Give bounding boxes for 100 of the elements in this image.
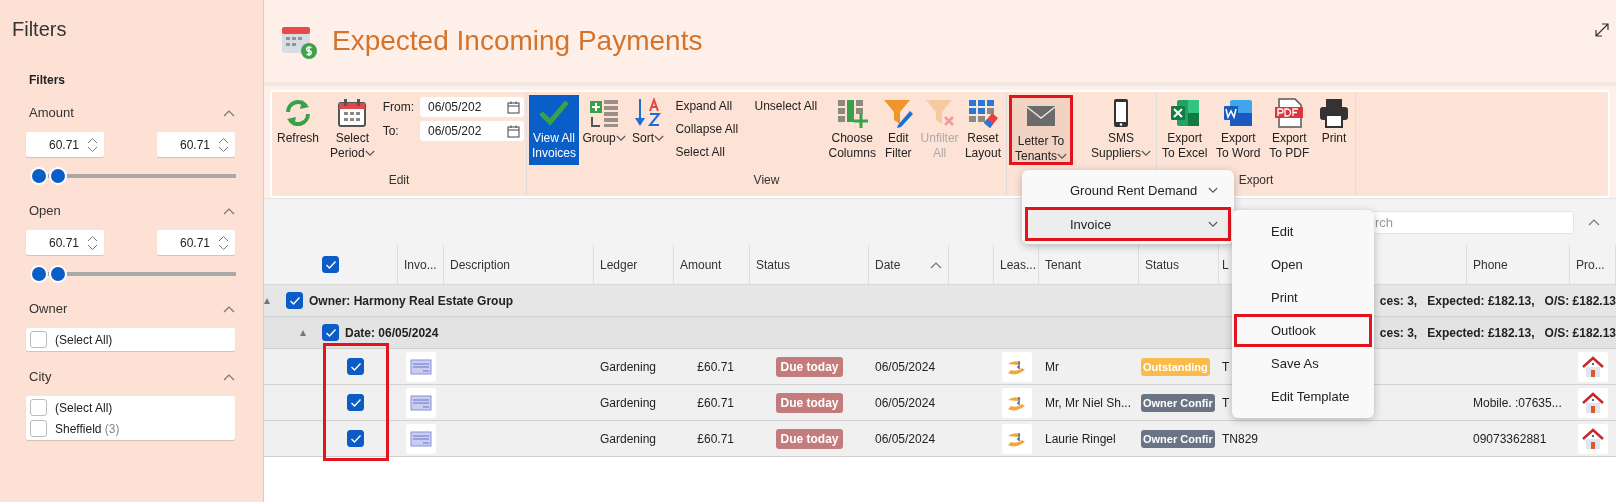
group-summary: Expected: £182.13, (1427, 325, 1535, 340)
slider-thumb[interactable] (48, 167, 67, 185)
column-header[interactable]: Invo... (398, 245, 444, 285)
option-label: Sheffield (3) (55, 421, 120, 436)
option-label: (Select All) (55, 400, 113, 415)
checkbox[interactable] (322, 324, 339, 341)
number-field[interactable]: 60.71 (157, 132, 235, 157)
group-label: Date: 06/05/2024 (345, 325, 439, 340)
checkbox[interactable] (30, 399, 47, 416)
caret-icon (654, 135, 665, 142)
phone-cell: 09073362881 (1473, 431, 1547, 446)
phone-cell: Mobile. :07635... (1473, 395, 1562, 410)
number-field[interactable]: 60.71 (26, 230, 104, 255)
menu-item[interactable]: Invoice (1025, 207, 1231, 241)
slider-thumb[interactable] (48, 265, 67, 283)
ribbon-button[interactable]: Reset Layout (961, 95, 1004, 165)
expand-icon[interactable] (1594, 22, 1610, 38)
ribbon-button[interactable]: Letter To Tenants (1009, 95, 1074, 165)
expander-icon[interactable] (300, 329, 306, 336)
checkbox[interactable] (347, 358, 364, 375)
sort-icon (930, 260, 942, 269)
spinner-icon[interactable] (218, 136, 229, 153)
checkbox[interactable] (347, 430, 364, 447)
ribbon-button[interactable]: Edit Filter (879, 95, 918, 165)
status-badge: Owner Confir (1141, 393, 1215, 412)
number-field[interactable]: 60.71 (26, 132, 104, 157)
checkbox[interactable] (30, 331, 47, 348)
group-label: Export (1238, 173, 1274, 187)
group-label: View (753, 173, 780, 187)
submenu-caret-icon (1208, 186, 1218, 194)
collapse-icon (223, 207, 235, 215)
slider-thumb[interactable] (30, 265, 48, 283)
ribbon-button[interactable]: Group (579, 95, 629, 165)
ribbon-button[interactable]: Refresh (274, 95, 323, 165)
ribbon-command[interactable]: Unselect All (754, 99, 818, 113)
menu-item[interactable]: Ground Rent Demand (1025, 173, 1231, 207)
ribbon-command[interactable]: Collapse All (675, 122, 739, 136)
column-header[interactable]: Status (750, 245, 869, 285)
column-header[interactable]: Ledger (594, 245, 674, 285)
status-badge: Owner Confir (1141, 429, 1215, 448)
menu-item[interactable]: Outlook (1234, 314, 1372, 347)
spinner-icon[interactable] (87, 234, 98, 251)
date-field[interactable]: 06/05/202 (420, 121, 524, 141)
checkbox[interactable] (30, 420, 47, 437)
ribbon-button[interactable]: SMS Suppliers (1087, 95, 1154, 165)
date-cell: 06/05/2024 (875, 359, 936, 374)
expander-icon[interactable] (264, 297, 270, 304)
slider-thumb[interactable] (30, 167, 48, 185)
ribbon-button[interactable]: Export To PDF (1266, 95, 1313, 165)
section-label: Amount (29, 105, 74, 120)
column-header[interactable]: Pro... (1570, 245, 1616, 285)
filters-heading: Filters (29, 73, 65, 87)
menu-item[interactable]: Open (1234, 248, 1372, 281)
checkbox[interactable] (286, 292, 303, 309)
spinner-icon[interactable] (87, 136, 98, 153)
ribbon-button[interactable]: Export To Excel (1159, 95, 1211, 165)
field-label: To: (382, 124, 400, 138)
date-field[interactable]: 06/05/202 (420, 97, 524, 117)
house-icon[interactable] (1581, 354, 1605, 379)
submenu-caret-icon (1208, 220, 1218, 228)
group-summary: Expected: £182.13, (1427, 293, 1535, 308)
checkbox[interactable] (322, 256, 339, 273)
ribbon-button[interactable]: Choose Columns (825, 95, 879, 165)
column-header[interactable]: Leas... (994, 245, 1039, 285)
ribbon-button[interactable]: Sort (629, 95, 668, 165)
checkbox[interactable] (347, 394, 364, 411)
column-header[interactable]: Amount (674, 245, 750, 285)
house-icon[interactable] (1581, 426, 1605, 451)
ribbon-command[interactable]: Expand All (675, 99, 739, 113)
ribbon-command[interactable]: Select All (675, 145, 739, 159)
column-header[interactable]: Status (1139, 245, 1219, 285)
ribbon-button[interactable]: Print (1315, 95, 1353, 165)
spinner-icon[interactable] (218, 234, 229, 251)
tenant-cell: Mr, Mr Niel Sh... (1045, 395, 1131, 410)
menu-item[interactable]: Edit Template (1234, 380, 1372, 413)
status-badge: Due today (776, 428, 843, 449)
calendar-icon (507, 100, 520, 114)
column-header[interactable]: Tenant (1039, 245, 1139, 285)
spreadsheet-icon (1168, 97, 1201, 129)
check-icon (324, 259, 337, 270)
column-header[interactable]: Date (869, 245, 949, 285)
ribbon-button[interactable]: View All Invoices (529, 95, 580, 165)
funnel-icon (882, 97, 915, 129)
group-label: Edit (388, 173, 410, 187)
printer-icon (1318, 97, 1350, 129)
menu-item[interactable]: Edit (1234, 215, 1372, 248)
collapse-icon (1588, 218, 1600, 226)
calendar-icon (336, 97, 369, 129)
ribbon-button[interactable]: Export To Word (1213, 95, 1264, 165)
house-icon[interactable] (1581, 390, 1605, 415)
number-field[interactable]: 60.71 (157, 230, 235, 255)
menu-item[interactable]: Save As (1234, 347, 1372, 380)
column-header[interactable]: Phone (1467, 245, 1570, 285)
collapse-icon (223, 373, 235, 381)
grid-icon (966, 97, 999, 129)
group-icon (588, 97, 621, 129)
page-title: Expected Incoming Payments (332, 25, 703, 57)
column-header[interactable]: Description (444, 245, 594, 285)
section-label: City (29, 369, 52, 384)
ribbon-button[interactable]: Select Period (327, 95, 378, 165)
